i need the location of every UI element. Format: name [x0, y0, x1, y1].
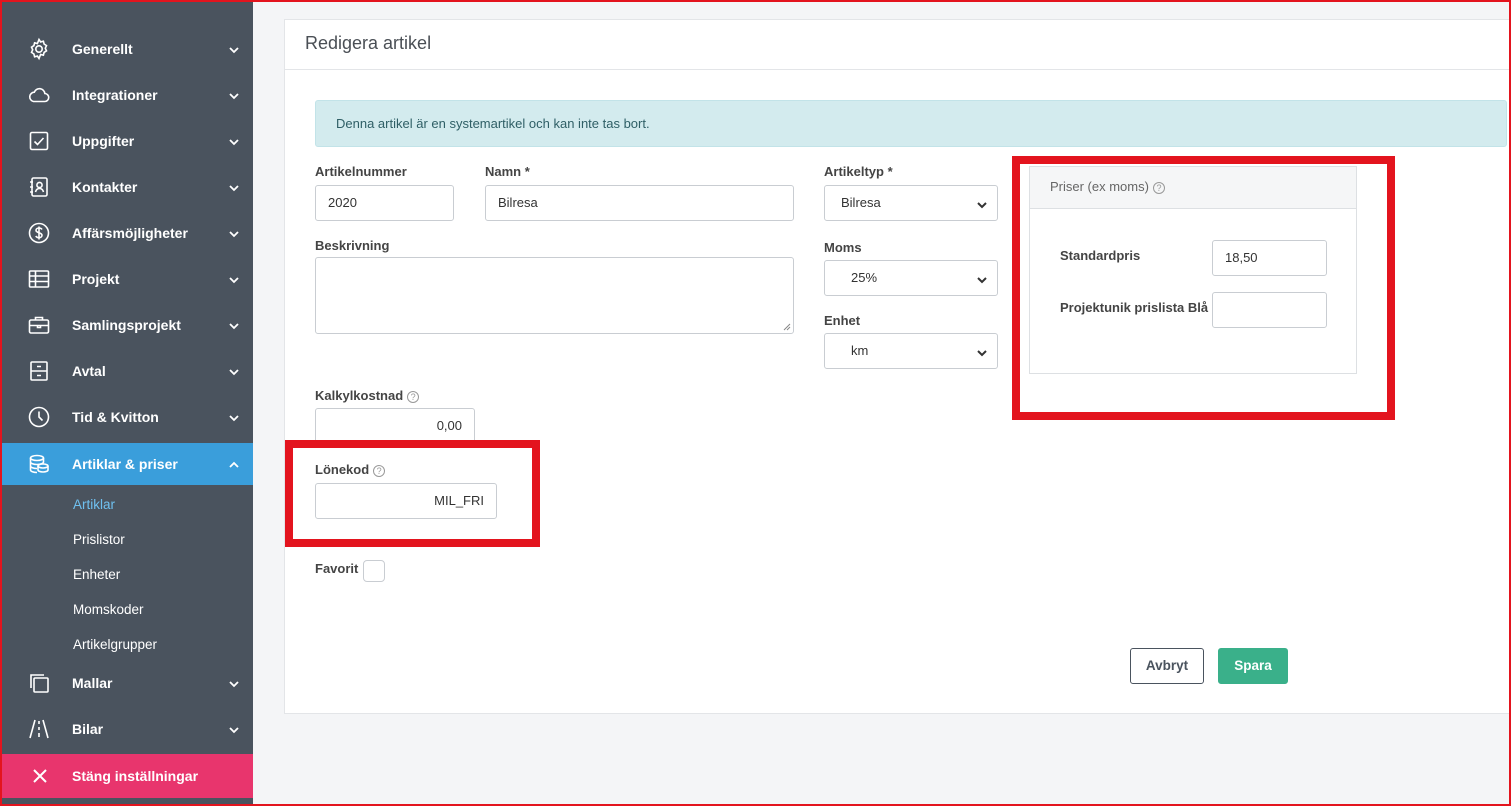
sidebar-item-mallar[interactable]: Mallar	[2, 662, 253, 704]
sidebar-item-label: Samlingsprojekt	[72, 317, 181, 333]
sidebar-item-projekt[interactable]: Projekt	[2, 258, 253, 300]
chevron-down-icon	[228, 677, 240, 689]
artikeltyp-label: Artikeltyp *	[824, 164, 893, 179]
sidebar-item-label: Uppgifter	[72, 133, 135, 149]
close-icon	[30, 766, 50, 786]
favorit-checkbox[interactable]	[363, 560, 385, 582]
chevron-down-icon	[228, 319, 240, 331]
namn-input[interactable]: Bilresa	[485, 185, 794, 221]
enhet-select[interactable]: km	[824, 333, 998, 369]
page-title: Redigera artikel	[305, 33, 432, 53]
help-icon[interactable]: ?	[407, 391, 420, 403]
sidebar-item-bilar[interactable]: Bilar	[2, 708, 253, 750]
help-icon[interactable]: ?	[373, 465, 386, 477]
standardpris-input[interactable]: 18,50	[1212, 240, 1327, 276]
artikelnummer-label: Artikelnummer	[315, 164, 407, 179]
chevron-down-icon	[228, 723, 240, 735]
sidebar-item-artiklar-priser[interactable]: Artiklar & priser	[2, 443, 253, 485]
chevron-down-icon	[228, 135, 240, 147]
sidebar-item-integrationer[interactable]: Integrationer	[2, 74, 253, 116]
chevron-down-icon	[228, 89, 240, 101]
moms-label: Moms	[824, 240, 862, 255]
road-icon	[26, 717, 52, 741]
system-article-alert: Denna artikel är en systemartikel och ka…	[315, 100, 1507, 147]
chevron-down-icon	[228, 181, 240, 193]
moms-value: 25%	[851, 270, 878, 285]
sidebar-subitem-artikelgrupper[interactable]: Artikelgrupper	[73, 635, 157, 655]
copy-icon	[26, 671, 52, 695]
sidebar-item-generellt[interactable]: Generellt	[2, 28, 253, 70]
artikeltyp-select[interactable]: Bilresa	[824, 185, 998, 221]
checkbox-icon	[26, 129, 52, 153]
card-header: Redigera artikel	[285, 20, 1511, 70]
beskrivning-textarea[interactable]	[315, 257, 794, 334]
prices-panel-title: Priser (ex moms)	[1050, 179, 1149, 194]
sidebar-item-tid-kvitton[interactable]: Tid & Kvitton	[2, 396, 253, 438]
sidebar-item-kontakter[interactable]: Kontakter	[2, 166, 253, 208]
chevron-down-icon	[228, 411, 240, 423]
sidebar-item-affarsmojligheter[interactable]: Affärsmöjligheter	[2, 212, 253, 254]
chevron-down-icon	[228, 227, 240, 239]
gear-icon	[26, 37, 52, 61]
contact-book-icon	[26, 175, 52, 199]
help-icon[interactable]: ?	[1152, 182, 1165, 194]
sidebar-item-label: Generellt	[72, 41, 133, 57]
kalkylkostnad-label: Kalkylkostnad?	[315, 388, 420, 403]
kalkylkostnad-input[interactable]: 0,00	[315, 408, 475, 444]
chevron-down-icon	[228, 43, 240, 55]
favorit-label: Favorit	[315, 561, 359, 576]
sidebar-subitem-prislistor[interactable]: Prislistor	[73, 530, 125, 550]
cancel-button[interactable]: Avbryt	[1130, 648, 1204, 684]
edit-article-card: Redigera artikel Denna artikel är en sys…	[284, 19, 1511, 714]
lonekod-input[interactable]: MIL_FRI	[315, 483, 497, 519]
cabinet-icon	[26, 359, 52, 383]
namn-label: Namn *	[485, 164, 530, 179]
sidebar-item-label: Affärsmöjligheter	[72, 225, 188, 241]
close-settings-label: Stäng inställningar	[72, 768, 199, 784]
close-settings-button[interactable]: Stäng inställningar	[2, 754, 253, 798]
prislista-input[interactable]	[1212, 292, 1327, 328]
chevron-down-icon	[977, 273, 987, 284]
settings-sidebar: Generellt Integrationer Uppgifter Kontak…	[2, 2, 253, 804]
sidebar-item-samlingsprojekt[interactable]: Samlingsprojekt	[2, 304, 253, 346]
sidebar-item-label: Tid & Kvitton	[72, 409, 159, 425]
chevron-down-icon	[977, 346, 987, 357]
save-button[interactable]: Spara	[1218, 648, 1288, 684]
table-icon	[26, 267, 52, 291]
artikelnummer-input[interactable]: 2020	[315, 185, 454, 221]
sidebar-item-label: Projekt	[72, 271, 120, 287]
enhet-label: Enhet	[824, 313, 861, 328]
chevron-down-icon	[228, 273, 240, 285]
sidebar-subitem-momskoder[interactable]: Momskoder	[73, 600, 144, 620]
cloud-icon	[26, 83, 52, 107]
sidebar-item-label: Integrationer	[72, 87, 158, 103]
artikeltyp-value: Bilresa	[841, 195, 881, 210]
sidebar-item-label: Kontakter	[72, 179, 138, 195]
sidebar-item-label: Mallar	[72, 675, 113, 691]
sidebar-item-label: Avtal	[72, 363, 106, 379]
beskrivning-label: Beskrivning	[315, 238, 390, 253]
chevron-down-icon	[977, 198, 987, 209]
moms-select[interactable]: 25%	[824, 260, 998, 296]
sidebar-item-avtal[interactable]: Avtal	[2, 350, 253, 392]
standardpris-label: Standardpris	[1060, 248, 1141, 263]
chevron-up-icon	[228, 458, 240, 470]
sidebar-subitem-enheter[interactable]: Enheter	[73, 565, 120, 585]
prices-panel: Priser (ex moms)? Standardpris 18,50 Pro…	[1029, 166, 1357, 374]
chevron-down-icon	[228, 365, 240, 377]
resize-handle-icon[interactable]	[783, 323, 791, 331]
briefcase-icon	[26, 313, 52, 337]
clock-icon	[26, 405, 52, 429]
dollar-circle-icon	[26, 221, 52, 245]
lonekod-label: Lönekod?	[315, 462, 386, 477]
prislista-label: Projektunik prislista Blå	[1060, 300, 1209, 315]
coins-icon	[26, 452, 52, 476]
prices-panel-header: Priser (ex moms)?	[1030, 167, 1356, 209]
sidebar-subitem-artiklar[interactable]: Artiklar	[73, 495, 115, 515]
sidebar-item-uppgifter[interactable]: Uppgifter	[2, 120, 253, 162]
enhet-value: km	[851, 343, 869, 358]
sidebar-item-label: Artiklar & priser	[72, 456, 178, 472]
sidebar-item-label: Bilar	[72, 721, 104, 737]
